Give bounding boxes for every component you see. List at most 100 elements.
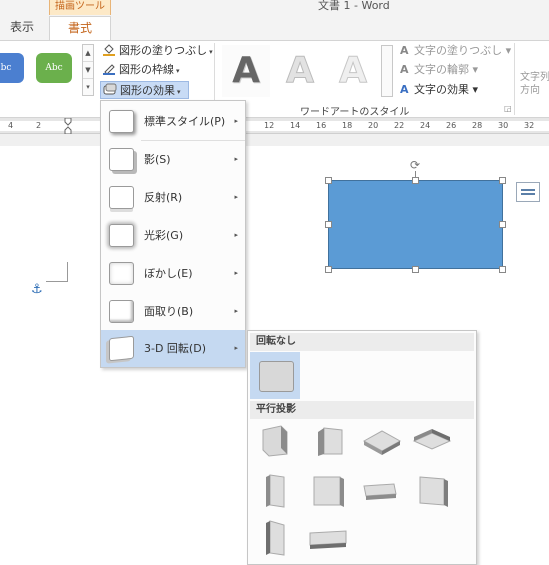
text-outline-button[interactable]: A 文字の輪郭 ▾ [400, 61, 478, 79]
parallel-preset-3[interactable] [362, 427, 402, 461]
menu-item-3d-rotation[interactable]: 3-D 回転(D) ▸ [101, 330, 245, 367]
chevron-down-icon: ▾ [176, 67, 180, 75]
off-axis-left-icon [266, 474, 285, 508]
wordart-style-2[interactable]: A [276, 45, 324, 97]
isometric-right-up-icon [318, 427, 343, 456]
ruler-tick: 2 [36, 121, 42, 130]
selected-rectangle-shape[interactable] [328, 180, 503, 269]
resize-handle[interactable] [412, 266, 419, 273]
chevron-down-icon: ▾ [177, 88, 181, 96]
ruler-tick: 30 [498, 121, 509, 130]
ruler-tick: 24 [420, 121, 431, 130]
text-direction-button[interactable]: 文字列 方向 [520, 71, 549, 97]
ruler-tick: 14 [290, 121, 301, 130]
oblique-bottom-icon [309, 530, 347, 549]
ruler-tick: 16 [316, 121, 327, 130]
submenu-arrow-icon: ▸ [234, 269, 238, 277]
menu-item-label: ぼかし(E) [144, 267, 193, 280]
submenu-arrow-icon: ▸ [234, 117, 238, 125]
rotate-handle-icon[interactable]: ⟳ [408, 158, 422, 172]
shape-outline-button[interactable]: 図形の枠線 ▾ [100, 61, 180, 79]
shape-style-green[interactable]: Abc [36, 53, 72, 83]
parallel-preset-1[interactable] [257, 424, 293, 458]
resize-handle[interactable] [499, 221, 506, 228]
parallel-preset-7[interactable] [360, 476, 397, 510]
ruler-tick: 20 [368, 121, 379, 130]
ruler-tick: 32 [524, 121, 535, 130]
menu-item-reflection[interactable]: 反射(R) ▸ [101, 179, 245, 216]
3d-rotation-effect-icon [109, 335, 134, 362]
shape-fill-label: 図形の塗りつぶし [119, 44, 208, 57]
soft-edges-effect-icon [109, 262, 134, 285]
isometric-left-down-icon [262, 425, 288, 457]
text-fill-label: 文字の塗りつぶし [414, 44, 503, 57]
ruler-tick: 22 [394, 121, 405, 130]
shape-effects-label: 図形の効果 [120, 84, 175, 97]
text-direction-label-2: 方向 [520, 85, 540, 96]
tab-view[interactable]: 表示 [0, 16, 44, 40]
shape-effects-menu: 標準スタイル(P) ▸ 影(S) ▸ 反射(R) ▸ 光彩(G) ▸ ぼかし(E… [100, 100, 246, 368]
parallel-preset-5[interactable] [260, 473, 296, 508]
chevron-down-icon: ▾ [469, 83, 479, 96]
submenu-arrow-icon: ▸ [234, 193, 238, 201]
document-title: 文書 1 - Word [318, 0, 390, 12]
resize-handle[interactable] [499, 177, 506, 184]
ruler-tick: 18 [342, 121, 353, 130]
shape-style-blue[interactable]: bc [0, 53, 24, 83]
text-fill-button[interactable]: A 文字の塗りつぶし ▾ [400, 42, 511, 60]
scroll-up-icon[interactable]: ▲ [83, 45, 93, 62]
text-outline-icon: A [400, 63, 409, 76]
parallel-preset-10[interactable] [306, 527, 347, 561]
layout-options-icon[interactable] [516, 182, 540, 202]
submenu-arrow-icon: ▸ [234, 155, 238, 163]
menu-item-soft-edges[interactable]: ぼかし(E) ▸ [101, 255, 245, 292]
dialog-launcher-icon[interactable]: ◲ [504, 104, 512, 113]
resize-handle[interactable] [499, 266, 506, 273]
menu-item-shadow[interactable]: 影(S) ▸ [101, 141, 245, 178]
parallel-preset-2[interactable] [312, 424, 348, 458]
resize-handle[interactable] [325, 221, 332, 228]
resize-handle[interactable] [325, 177, 332, 184]
wordart-style-3[interactable]: A [329, 45, 377, 97]
submenu-arrow-icon: ▸ [234, 344, 238, 352]
shape-effects-button[interactable]: 図形の効果 ▾ [100, 81, 189, 99]
text-direction-label-1: 文字列 [520, 72, 549, 83]
parallel-projection-header: 平行投影 [250, 401, 474, 419]
parallel-preset-4[interactable] [412, 427, 452, 461]
oblique-left-icon [266, 520, 285, 556]
page-top-margin [0, 134, 549, 146]
more-styles-icon[interactable]: ▾ [83, 79, 93, 96]
indent-marker-icon[interactable] [64, 118, 72, 134]
menu-item-label: 影(S) [144, 153, 171, 166]
parallel-preset-8[interactable] [416, 473, 452, 507]
wordart-styles-scroller[interactable] [381, 45, 393, 97]
shape-styles-scroller[interactable]: ▲ ▼ ▾ [82, 44, 94, 96]
menu-item-glow[interactable]: 光彩(G) ▸ [101, 217, 245, 254]
no-rotation-option[interactable] [250, 352, 300, 399]
parallel-preset-6[interactable] [310, 473, 346, 507]
ruler-tick: 26 [446, 121, 457, 130]
isometric-bottom-down-icon [412, 429, 452, 450]
group-divider [514, 43, 515, 115]
resize-handle[interactable] [325, 266, 332, 273]
bevel-effect-icon [109, 300, 134, 323]
shape-fill-button[interactable]: 図形の塗りつぶし ▾ [100, 42, 213, 60]
no-rotation-preview-icon [259, 361, 294, 392]
resize-handle[interactable] [412, 177, 419, 184]
3d-rotation-submenu: 回転なし 平行投影 [247, 330, 477, 565]
off-axis-top-icon [363, 483, 397, 500]
scroll-down-icon[interactable]: ▼ [83, 62, 93, 79]
parallel-preset-9[interactable] [260, 519, 296, 556]
preset-effect-icon [109, 110, 134, 133]
menu-item-label: 面取り(B) [144, 305, 194, 318]
pen-icon [103, 64, 115, 75]
tab-format[interactable]: 書式 [49, 16, 111, 41]
text-outline-label: 文字の輪郭 [414, 63, 469, 76]
menu-item-label: 反射(R) [144, 191, 183, 204]
ruler-text-area [0, 121, 549, 131]
menu-item-bevel[interactable]: 面取り(B) ▸ [101, 293, 245, 330]
menu-item-preset[interactable]: 標準スタイル(P) ▸ [101, 103, 245, 140]
glow-effect-icon [109, 224, 134, 247]
text-effects-button[interactable]: A 文字の効果 ▾ [400, 81, 478, 99]
wordart-style-1[interactable]: A [222, 45, 270, 97]
